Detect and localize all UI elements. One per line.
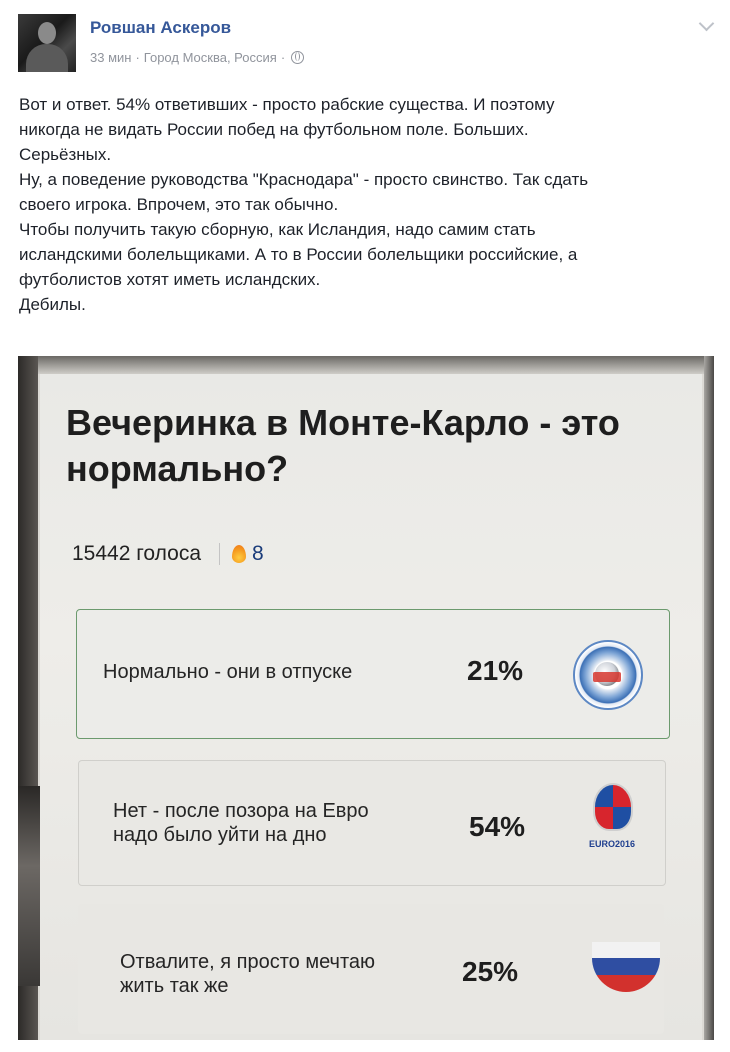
post-text-line: своего игрока. Впрочем, это так обычно. [19,195,339,214]
avatar-body [26,44,68,72]
post-text-line: никогда не видать России побед на футбол… [19,120,529,139]
poll-screen: Вечеринка в Монте-Карло - это нормально?… [40,374,702,1040]
post-text: Вот и ответ. 54% ответивших - просто раб… [19,92,709,317]
euro-logo-text: EURO2016 [588,839,636,849]
post-time[interactable]: 33 мин [90,50,131,65]
post-text-line: Вот и ответ. 54% ответивших - просто раб… [19,95,555,114]
option-percent: 25% [462,956,519,987]
avatar[interactable] [18,14,76,72]
option-label-line: Нормально - они в отпуске [103,661,353,683]
photo-edge [18,786,40,986]
option-label: Отвалите, я просто мечтаю жить так же [120,950,375,998]
post-text-line: Чтобы получить такую сборную, как Исланд… [19,220,536,239]
poll-option[interactable]: Отвалите, я просто мечтаю жить так же 25… [78,904,664,1034]
euro-trophy-icon [593,783,633,831]
flame-icon [232,545,246,563]
poll-option[interactable]: Нормально - они в отпуске 21% [76,609,670,739]
post-location[interactable]: Город Москва, Россия [144,50,277,65]
vote-count: 15442 голоса [72,542,201,565]
option-label-line: Отвалите, я просто мечтаю [120,951,376,973]
flag-stripe-white [592,942,660,958]
author-name[interactable]: Ровшан Аскеров [90,18,231,38]
post-photo[interactable]: Вечеринка в Монте-Карло - это нормально?… [18,356,714,1040]
option-percent: 54% [469,811,526,842]
option-label: Нет - после позора на Евро надо было уйт… [113,799,369,847]
post-text-line: исландскими болельщиками. А то в России … [19,245,578,264]
globe-icon[interactable] [291,51,305,64]
divider [219,543,220,565]
euro-2016-logo-icon: EURO2016 [577,779,647,869]
post-meta: 33 мин · Город Москва, Россия · [90,50,305,65]
rfpl-stripe [593,672,621,682]
flag-stripe-red [592,975,660,992]
option-percent: 21% [467,655,524,686]
poll-stats: 15442 голоса 8 [72,542,264,566]
flag-stripe-blue [592,958,660,975]
option-label-line: Нет - после позора на Евро [113,800,369,822]
facebook-post: Ровшан Аскеров 33 мин · Город Москва, Ро… [0,0,730,1052]
chevron-down-icon[interactable] [698,15,715,32]
post-text-line: Дебилы. [19,295,86,314]
option-label-line: жить так же [120,975,229,997]
poll-title: Вечеринка в Монте-Карло - это нормально? [66,400,706,492]
photo-edge [18,356,714,374]
meta-separator: · [280,50,286,65]
avatar-face [38,22,56,44]
hot-count: 8 [252,542,264,565]
poll-title-line: нормально? [66,448,289,489]
poll-option[interactable]: Нет - после позора на Евро надо было уйт… [78,760,666,886]
option-label: Нормально - они в отпуске [103,660,352,684]
meta-separator: · [135,50,140,65]
post-text-line: Ну, а поведение руководства "Краснодара"… [19,170,589,189]
post-text-line: футболистов хотят иметь исландских. [19,270,321,289]
poll-title-line: Вечеринка в Монте-Карло - это [66,402,620,443]
post-text-line: Серьёзных. [19,145,112,164]
rfpl-logo-icon [573,640,643,710]
option-label-line: надо было уйти на дно [113,824,327,846]
russia-flag-icon [592,942,660,992]
